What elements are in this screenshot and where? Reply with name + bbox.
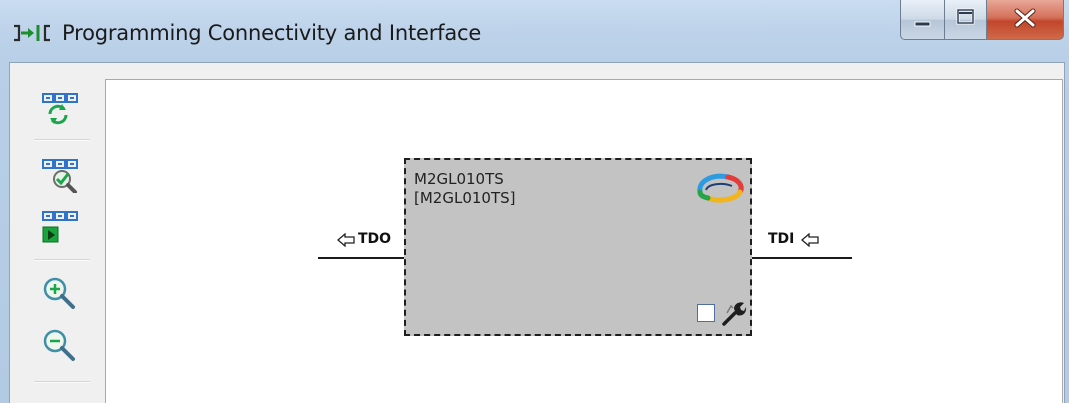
device-logo-icon (697, 173, 744, 203)
close-icon (1014, 8, 1036, 28)
zoom-out-button[interactable] (40, 327, 80, 367)
tdi-label: TDI (768, 231, 795, 247)
maximize-icon (956, 8, 975, 25)
close-button[interactable] (986, 0, 1064, 40)
window: Programming Connectivity and Interface T… (0, 0, 1069, 403)
toolbar-separator (34, 139, 90, 141)
device-block[interactable]: M2GL010TS [M2GL010TS] (404, 158, 752, 336)
zoom-in-icon (43, 277, 75, 309)
minimize-button[interactable] (900, 0, 945, 40)
title-bar[interactable]: Programming Connectivity and Interface (0, 0, 1069, 60)
zoom-out-icon (43, 329, 75, 361)
maximize-button[interactable] (944, 0, 987, 40)
chain-canvas[interactable]: TDO M2GL010TS [M2GL010TS] TDI (105, 79, 1063, 403)
window-title: Programming Connectivity and Interface (62, 21, 482, 45)
app-icon (14, 24, 50, 42)
device-id: [M2GL010TS] (414, 189, 516, 207)
run-chain-button[interactable] (40, 207, 80, 247)
device-enable-checkbox[interactable] (697, 304, 715, 322)
tdi-arrow-icon (801, 233, 819, 247)
vertical-toolbar (10, 63, 106, 403)
client-area: TDO M2GL010TS [M2GL010TS] TDI (9, 62, 1065, 403)
toolbar-separator (34, 259, 90, 261)
zoom-in-button[interactable] (40, 275, 80, 315)
device-name: M2GL010TS (414, 170, 504, 188)
minimize-icon (914, 21, 931, 27)
chain-run-icon (42, 211, 78, 243)
tdi-pin-line (752, 257, 852, 259)
chain-check-icon (42, 159, 78, 194)
chain-refresh-icon (42, 93, 78, 125)
wrench-icon[interactable] (721, 300, 747, 326)
tdo-pin-line (318, 257, 406, 259)
tdo-label: TDO (358, 231, 392, 247)
toolbar-separator (34, 381, 90, 383)
tdo-arrow-icon (337, 233, 355, 247)
verify-chain-button[interactable] (40, 153, 80, 194)
refresh-chain-button[interactable] (40, 87, 80, 127)
